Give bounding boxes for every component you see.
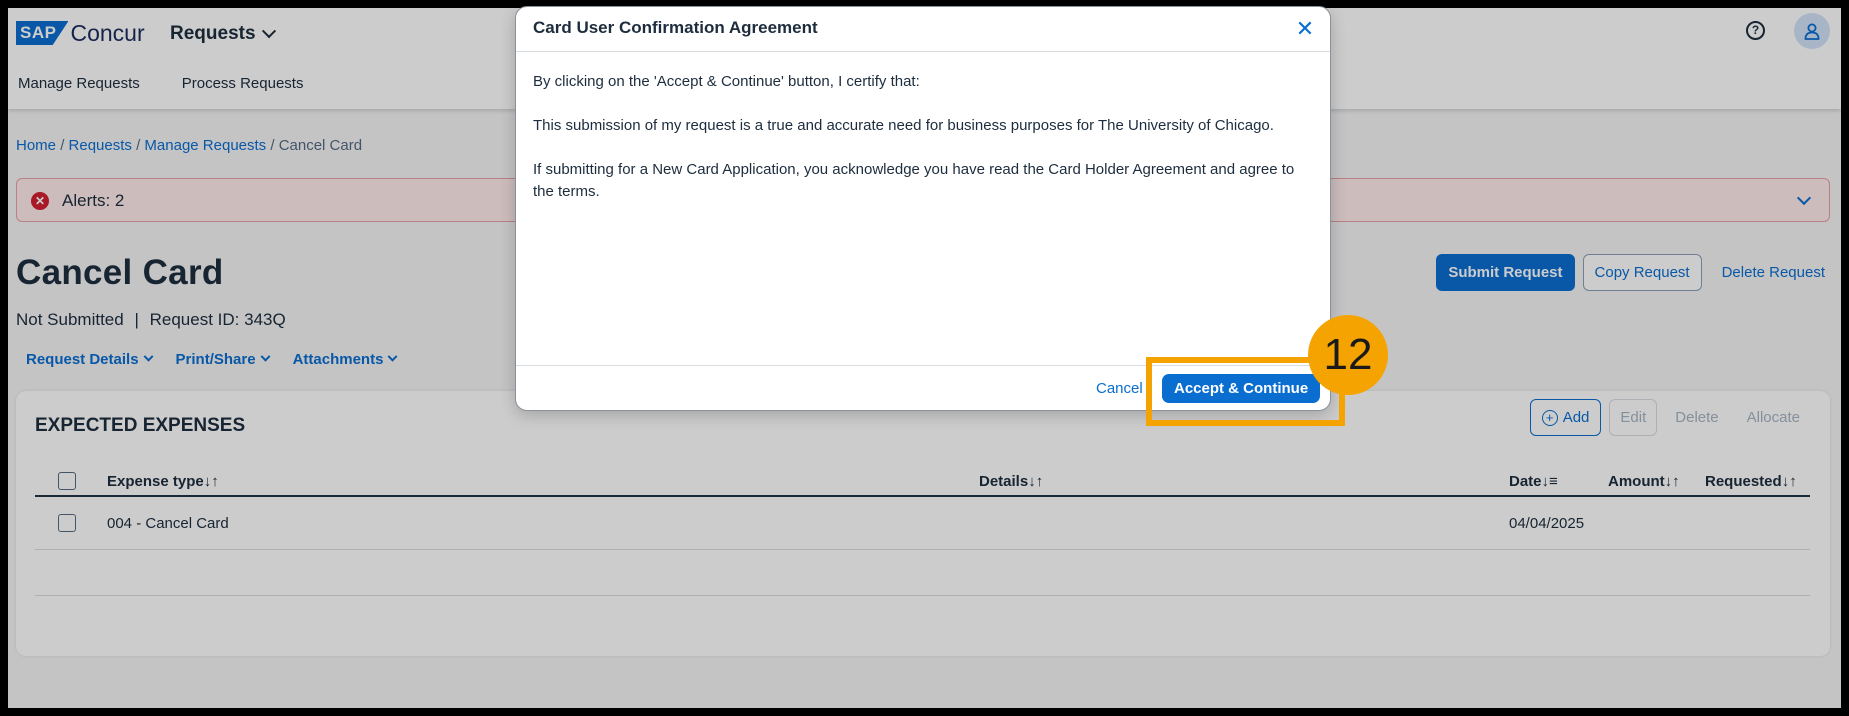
- close-icon[interactable]: ✕: [1295, 18, 1315, 40]
- cancel-button[interactable]: Cancel: [1096, 380, 1143, 397]
- dialog-paragraph: If submitting for a New Card Application…: [533, 161, 1295, 200]
- dialog-header: Card User Confirmation Agreement ✕: [516, 7, 1330, 52]
- dialog-paragraph: By clicking on the 'Accept & Continue' b…: [533, 73, 920, 90]
- dialog-title: Card User Confirmation Agreement: [533, 18, 818, 37]
- dialog-paragraph: This submission of my request is a true …: [533, 117, 1274, 134]
- tutorial-step-badge: 12: [1308, 315, 1388, 395]
- confirmation-dialog: Card User Confirmation Agreement ✕ By cl…: [515, 6, 1331, 411]
- dialog-body: By clicking on the 'Accept & Continue' b…: [533, 71, 1318, 225]
